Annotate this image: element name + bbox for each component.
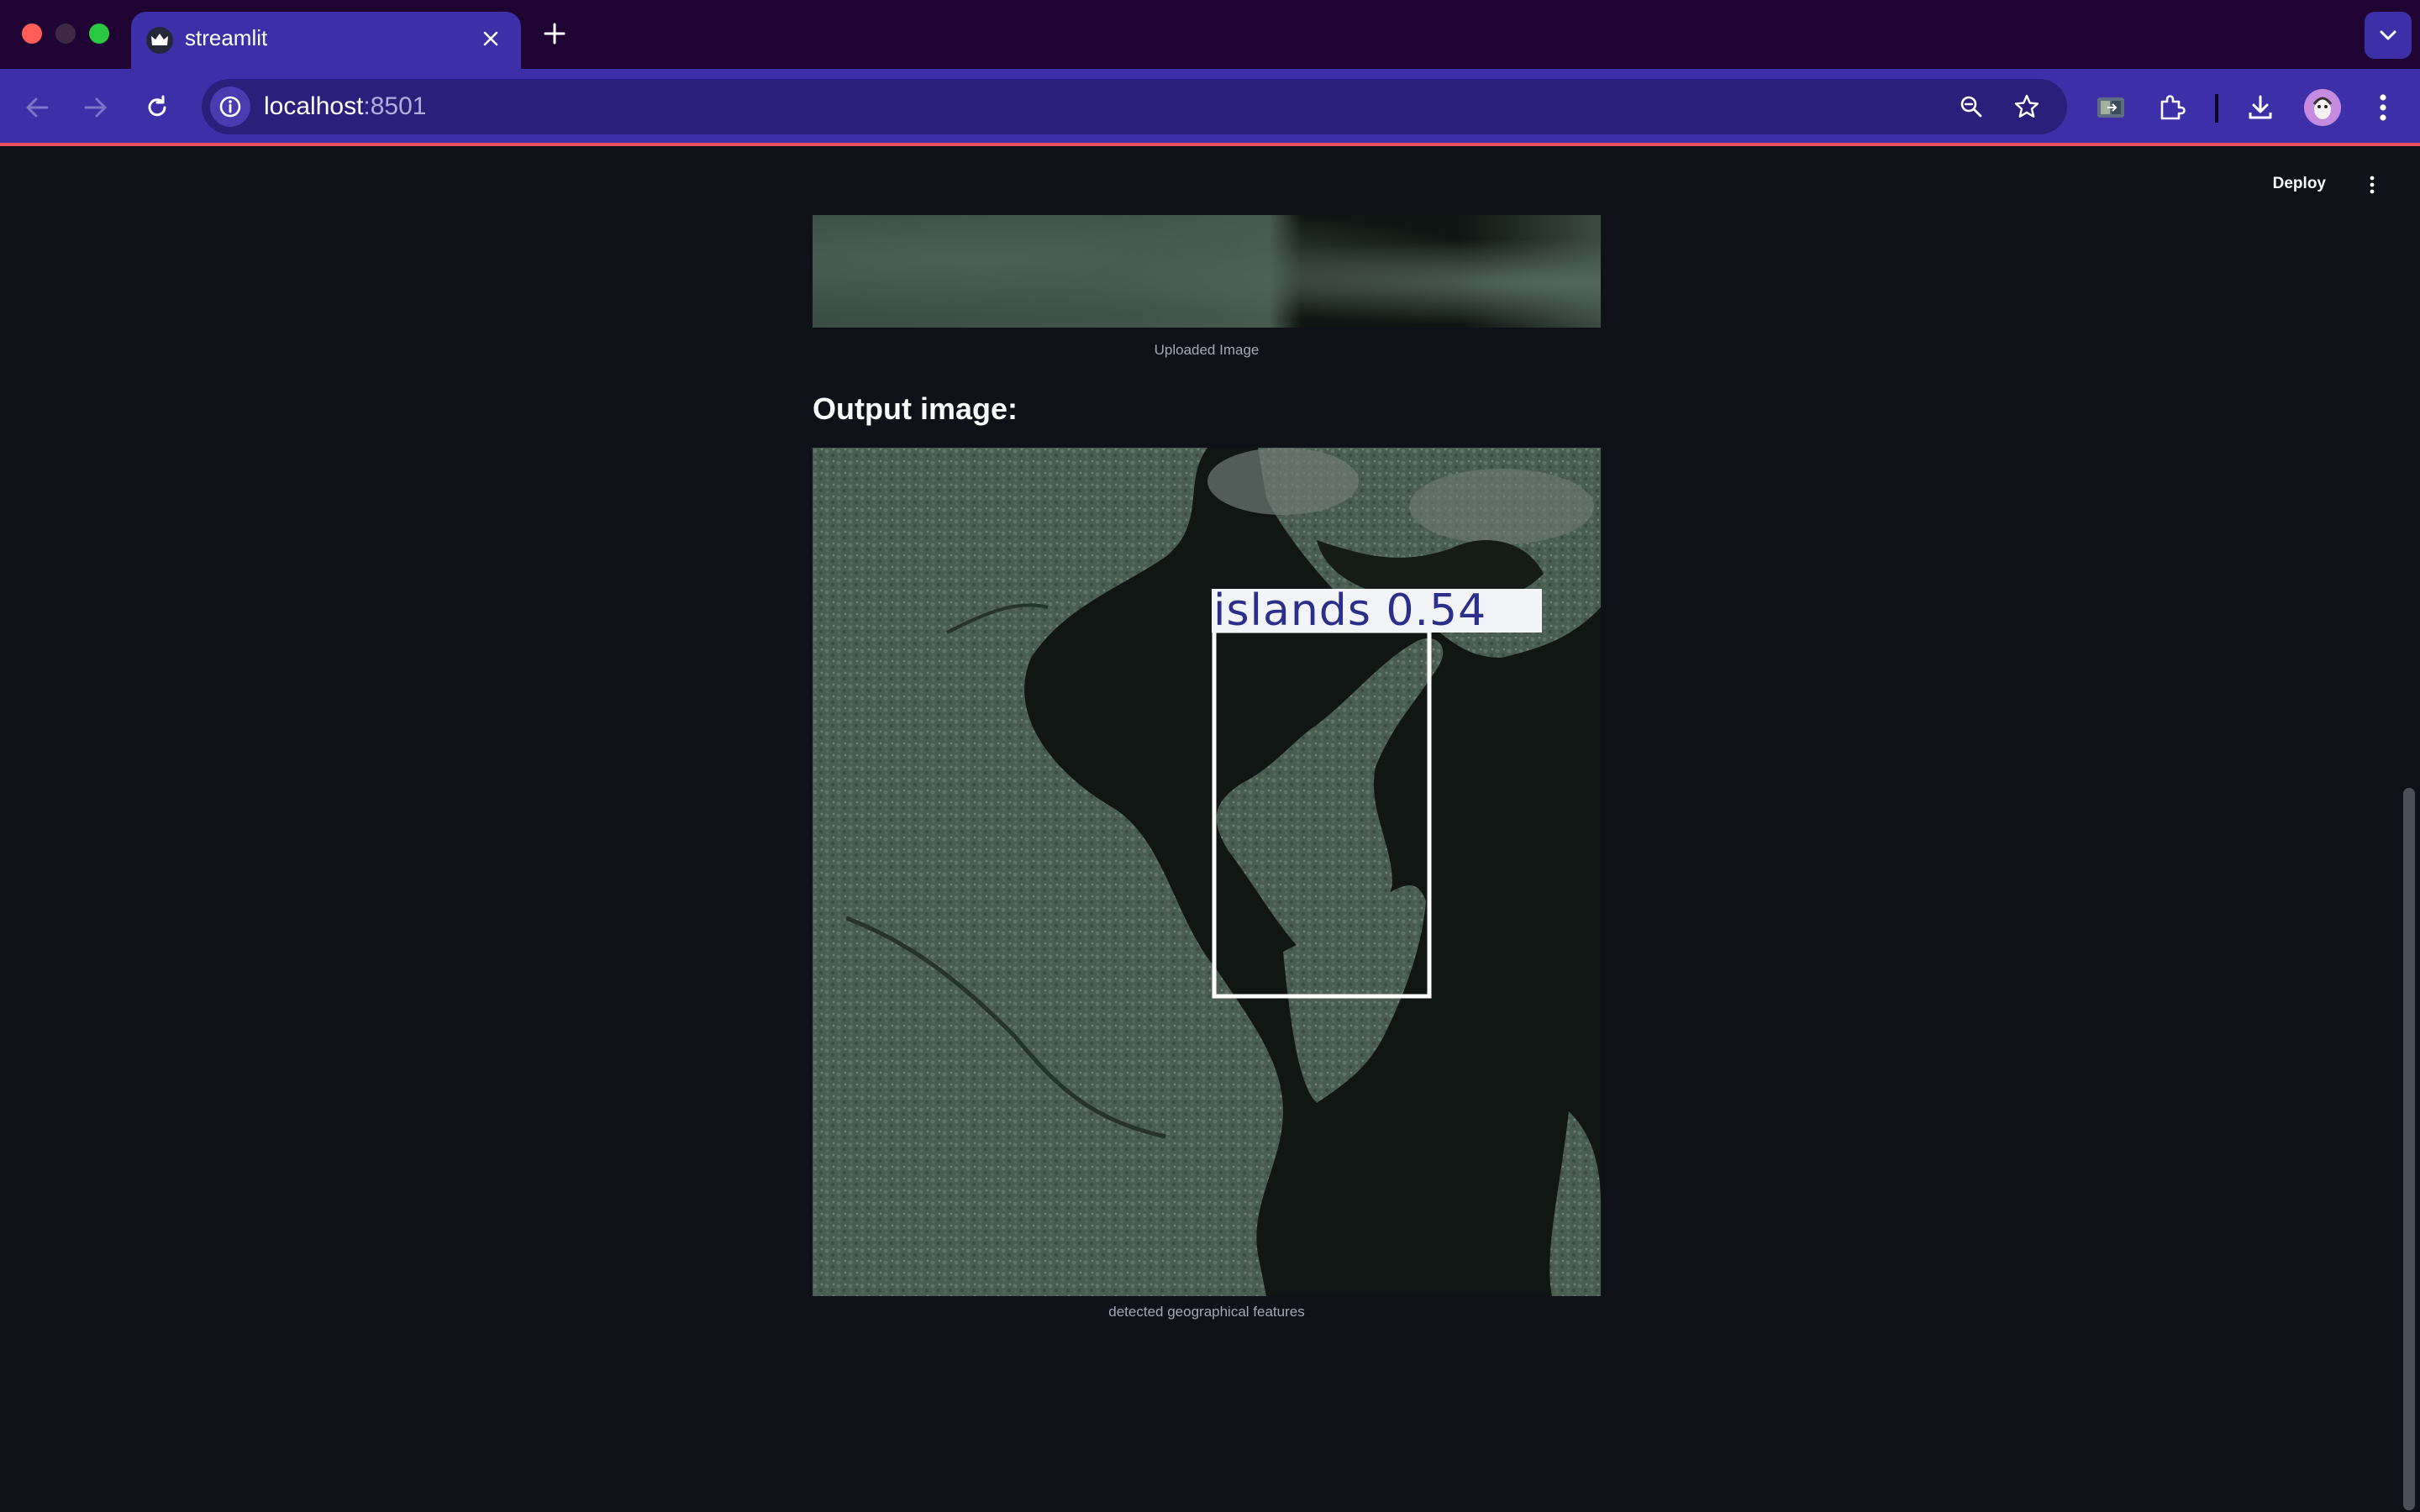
- page-scrollbar[interactable]: [2403, 788, 2415, 1510]
- arrow-right-icon: [84, 97, 108, 118]
- back-button[interactable]: [15, 86, 59, 129]
- tab-search-button[interactable]: [2365, 12, 2412, 59]
- browser-tabbar: streamlit: [0, 0, 2420, 69]
- browser-tab[interactable]: streamlit: [131, 12, 521, 69]
- browser-toolbar: localhost:8501: [0, 69, 2420, 146]
- reload-icon: [145, 95, 170, 120]
- reload-button[interactable]: [135, 86, 179, 129]
- output-image-caption: detected geographical features: [1108, 1304, 1305, 1320]
- site-info-icon[interactable]: [210, 87, 250, 127]
- uploaded-image: [813, 215, 1601, 328]
- maximize-window-button[interactable]: [89, 24, 109, 44]
- close-tab-icon[interactable]: [477, 25, 504, 52]
- minimize-window-button[interactable]: [55, 24, 76, 44]
- close-window-button[interactable]: [22, 24, 42, 44]
- bookmark-star-icon[interactable]: [2007, 87, 2047, 127]
- address-bar[interactable]: localhost:8501: [202, 79, 2067, 134]
- toolbar-divider: [2215, 94, 2218, 123]
- arrow-left-icon: [25, 97, 49, 118]
- output-image: islands 0.54: [813, 448, 1601, 1296]
- streamlit-crown-icon: [146, 27, 173, 54]
- loading-progress-line: [0, 143, 2420, 146]
- detection-label: islands 0.54: [1213, 585, 1487, 636]
- forward-button[interactable]: [74, 86, 118, 129]
- browser-menu-icon[interactable]: [2361, 86, 2405, 129]
- profile-avatar[interactable]: [2304, 89, 2341, 126]
- main-menu-icon[interactable]: [2361, 173, 2383, 197]
- extension-app-icon[interactable]: [2089, 86, 2133, 129]
- output-heading: Output image:: [813, 391, 1018, 426]
- extensions-puzzle-icon[interactable]: [2149, 86, 2193, 129]
- deploy-button[interactable]: Deploy: [2273, 175, 2326, 193]
- url-text[interactable]: localhost:8501: [264, 92, 426, 121]
- zoom-icon[interactable]: [1951, 87, 1991, 127]
- streamlit-app: Deploy Uploaded Image Output image: isla…: [0, 150, 2420, 1512]
- downloads-icon[interactable]: [2238, 86, 2282, 129]
- tab-title: streamlit: [185, 25, 268, 50]
- new-tab-button[interactable]: [539, 17, 570, 50]
- chevron-down-icon: [2379, 29, 2397, 41]
- uploaded-image-caption: Uploaded Image: [1154, 342, 1260, 358]
